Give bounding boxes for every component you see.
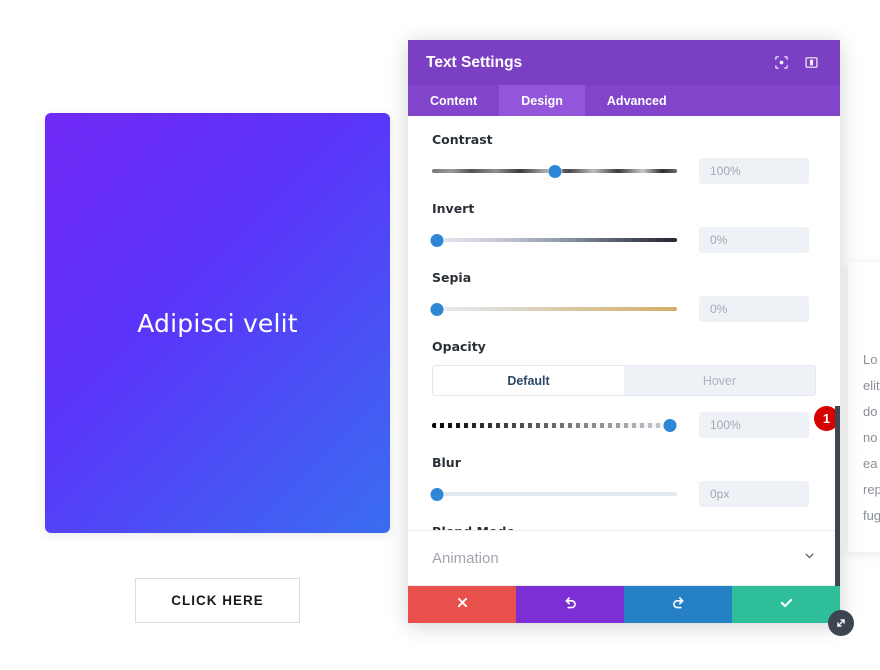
invert-slider-thumb[interactable] <box>430 233 444 247</box>
sepia-label: Sepia <box>432 270 472 285</box>
blur-value-input[interactable]: 0px <box>699 481 809 507</box>
modal-header: Text Settings <box>408 40 840 85</box>
invert-slider-row: 0% <box>430 227 816 253</box>
modal-scrollbar[interactable] <box>835 406 840 586</box>
tab-advanced[interactable]: Advanced <box>585 85 689 116</box>
modal-footer <box>408 586 840 623</box>
focus-icon[interactable] <box>770 52 792 74</box>
opacity-slider-thumb[interactable] <box>663 418 677 432</box>
right-text-line: do <box>863 404 878 419</box>
field-invert: Invert 0% <box>430 201 816 253</box>
click-here-button[interactable]: CLICK HERE <box>135 578 300 623</box>
opacity-value-input[interactable]: 100% <box>699 412 809 438</box>
opacity-slider-row: 100% 1 <box>432 406 839 438</box>
gradient-card-heading: Adipisci velit <box>137 308 298 338</box>
contrast-slider-thumb[interactable] <box>548 164 561 178</box>
opacity-state-toggle: Default Hover <box>432 365 816 396</box>
right-text-line: ea <box>863 456 878 471</box>
right-text-line: fug <box>863 508 880 523</box>
right-text-line: no <box>863 430 878 445</box>
sepia-slider[interactable] <box>430 301 677 317</box>
right-text-line: Lo <box>863 352 878 367</box>
contrast-value-input[interactable]: 100% <box>699 158 809 184</box>
field-sepia: Sepia 0% <box>430 270 816 322</box>
undo-button[interactable] <box>516 586 624 623</box>
right-text-panel: Lo elit do no ea rep fug <box>848 262 880 552</box>
blur-label: Blur <box>432 455 461 470</box>
sepia-slider-thumb[interactable] <box>430 302 444 316</box>
opacity-label: Opacity <box>432 339 486 354</box>
contrast-label: Contrast <box>432 132 493 147</box>
modal-title: Text Settings <box>426 53 523 71</box>
blur-slider-thumb[interactable] <box>430 487 444 501</box>
sepia-slider-track <box>432 307 677 311</box>
modal-scroll-area: Contrast 100% Invert 0% Sepia 0% Opacity… <box>408 116 840 586</box>
redo-icon <box>671 595 686 615</box>
field-blur: Blur 0px <box>430 455 816 507</box>
invert-value-input[interactable]: 0% <box>699 227 809 253</box>
sepia-slider-row: 0% <box>430 296 816 322</box>
right-text-line: rep <box>863 482 880 497</box>
accordion-animation-label: Animation <box>432 549 499 567</box>
contrast-slider-row: 100% <box>432 158 816 184</box>
field-opacity: Opacity Default Hover 100% 1 <box>432 339 839 438</box>
opacity-state-default[interactable]: Default <box>433 366 624 395</box>
blur-slider-row: 0px <box>430 481 816 507</box>
layout-columns-icon[interactable] <box>800 52 822 74</box>
check-icon <box>779 595 794 615</box>
chevron-down-icon <box>803 549 816 567</box>
invert-label: Invert <box>432 201 475 216</box>
text-settings-modal: Text Settings Content Design Advanced Co… <box>408 40 840 623</box>
contrast-slider[interactable] <box>432 163 677 179</box>
modal-tabs: Content Design Advanced <box>408 85 840 116</box>
right-text-line: elit <box>863 378 880 393</box>
save-button[interactable] <box>732 586 840 623</box>
sepia-value-input[interactable]: 0% <box>699 296 809 322</box>
tab-design[interactable]: Design <box>499 85 585 116</box>
click-here-button-label: CLICK HERE <box>171 593 264 608</box>
gradient-text-module[interactable]: Adipisci velit <box>45 113 390 533</box>
undo-icon <box>563 595 578 615</box>
opacity-slider-track <box>432 422 677 428</box>
discard-button[interactable] <box>408 586 516 623</box>
accordion-animation[interactable]: Animation <box>408 530 840 586</box>
resize-handle[interactable] <box>828 610 854 636</box>
redo-button[interactable] <box>624 586 732 623</box>
invert-slider-track <box>432 238 677 242</box>
field-contrast: Contrast 100% <box>432 132 816 184</box>
opacity-state-hover[interactable]: Hover <box>624 366 815 395</box>
opacity-slider[interactable] <box>432 417 677 433</box>
close-icon <box>456 596 469 614</box>
modal-body: Contrast 100% Invert 0% Sepia 0% Opacity… <box>408 116 840 586</box>
tab-content[interactable]: Content <box>408 85 499 116</box>
blur-slider[interactable] <box>430 486 677 502</box>
blur-slider-track <box>432 492 677 496</box>
invert-slider[interactable] <box>430 232 677 248</box>
